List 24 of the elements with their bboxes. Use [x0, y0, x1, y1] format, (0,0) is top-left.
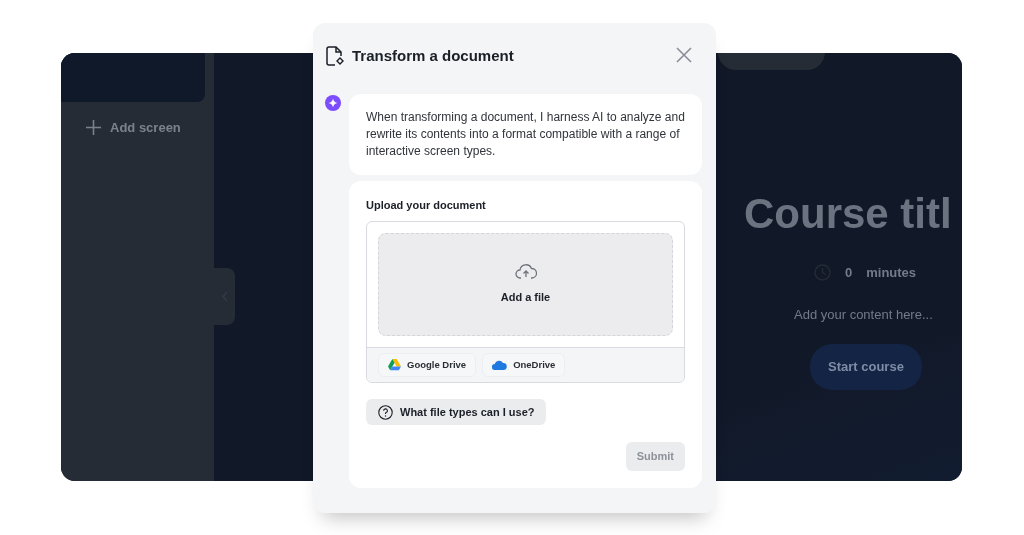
duration-unit: minutes: [866, 264, 917, 282]
help-icon: [378, 404, 393, 420]
drop-zone[interactable]: Add a file: [378, 232, 673, 336]
dialog-title: Transform a document: [352, 46, 515, 65]
cloud-source-button[interactable]: Google Drive: [378, 352, 477, 377]
plus-icon: [85, 119, 102, 137]
drive-icon: [388, 358, 401, 371]
duration-value: 0: [845, 264, 853, 282]
course-title: Course titl: [744, 193, 952, 235]
add-screen-link[interactable]: Add screen: [110, 118, 181, 138]
screen-thumbnail[interactable]: [61, 53, 205, 102]
start-course-button[interactable]: Start course: [810, 344, 922, 390]
cloud-source-button[interactable]: OneDrive: [482, 352, 566, 377]
file-types-help-button[interactable]: What file types can I use?: [366, 398, 547, 426]
upload-label: Upload your document: [366, 198, 487, 213]
add-file-text: Add a file: [500, 289, 551, 305]
sparkle-avatar-icon: [325, 95, 341, 111]
document-icon: [326, 45, 344, 66]
assistant-message: When transforming a document, I harness AI to analyze and rewrite its contents into a format compatible with a range of interactive screen types.: [349, 94, 702, 175]
close-button[interactable]: [676, 46, 694, 65]
content-text: Add your content here...: [794, 305, 933, 324]
cloud-icon: [492, 359, 508, 370]
collapse-handle[interactable]: [214, 268, 235, 325]
cloud-upload-icon: [514, 262, 537, 279]
